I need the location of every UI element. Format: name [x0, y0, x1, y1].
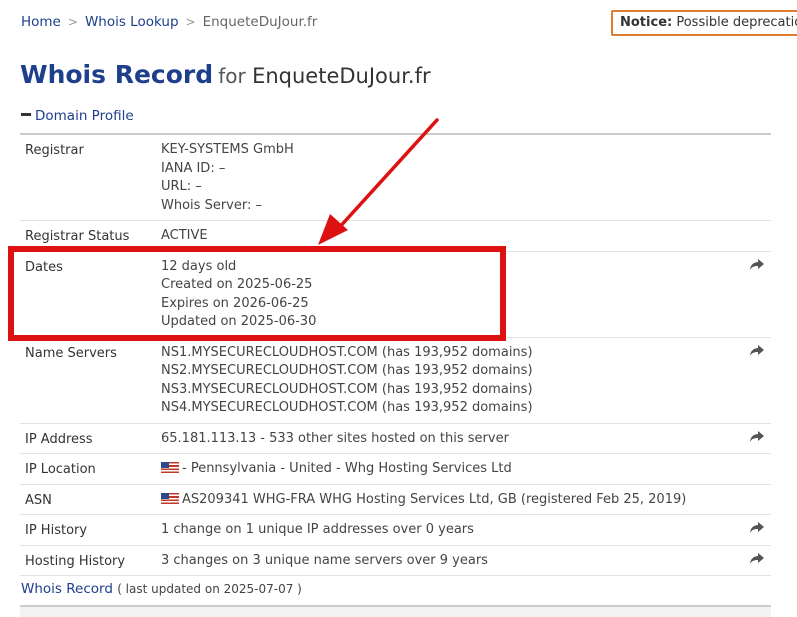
- breadcrumb-home-link[interactable]: Home: [21, 14, 61, 30]
- breadcrumb-whois-lookup-link[interactable]: Whois Lookup: [85, 14, 179, 30]
- profile-value-text: KEY-SYSTEMS GmbH: [161, 142, 294, 157]
- domain-profile-toggle[interactable]: Domain Profile: [21, 108, 134, 124]
- us-flag-icon: [161, 492, 179, 504]
- profile-value-line: Updated on 2025-06-30: [161, 313, 771, 332]
- profile-row-value: - Pennsylvania - United - Whg Hosting Se…: [161, 454, 771, 484]
- profile-value-line: 1 change on 1 unique IP addresses over 0…: [161, 521, 771, 540]
- profile-value-line: NS2.MYSECURECLOUDHOST.COM (has 193,952 d…: [161, 362, 771, 381]
- profile-row: Registrar Status ACTIVE: [20, 221, 771, 252]
- notice-text: Possible deprecation: [676, 15, 797, 30]
- notice-banner[interactable]: Notice: Possible deprecation: [611, 10, 797, 36]
- profile-value-line: NS4.MYSECURECLOUDHOST.COM (has 193,952 d…: [161, 399, 771, 418]
- profile-value-text: NS3.MYSECURECLOUDHOST.COM (has 193,952 d…: [161, 381, 533, 397]
- profile-row-label: Registrar: [25, 143, 84, 158]
- profile-value-line: URL: –: [161, 178, 771, 197]
- profile-value-text: Whois Server: –: [161, 197, 262, 213]
- profile-value-line: Expires on 2026-06-25: [161, 295, 771, 314]
- profile-row: ASN AS209341 WHG-FRA WHG Hosting Services…: [20, 485, 771, 515]
- profile-value-text: 1 change on 1 unique IP addresses over 0…: [161, 522, 474, 537]
- profile-value-text: NS2.MYSECURECLOUDHOST.COM (has 193,952 d…: [161, 363, 533, 378]
- profile-row-label: Dates: [25, 259, 63, 275]
- share-icon[interactable]: [749, 552, 765, 566]
- profile-value-text: AS209341 WHG-FRA WHG Hosting Services Lt…: [182, 491, 687, 507]
- domain-profile-table: Registrar KEY-SYSTEMS GmbH IANA ID: – URL: …: [20, 133, 771, 576]
- profile-value-text: URL: –: [161, 179, 202, 194]
- profile-value-line: KEY-SYSTEMS GmbH: [161, 141, 771, 160]
- profile-value-line: ACTIVE: [161, 227, 771, 246]
- profile-row: Dates 12 days old Created on 2025-06-25 Exp…: [20, 252, 771, 338]
- profile-row-value: NS1.MYSECURECLOUDHOST.COM (has 193,952 d…: [161, 338, 771, 423]
- profile-value-text: Created on 2025-06-25: [161, 277, 313, 292]
- profile-value-line: Created on 2025-06-25: [161, 276, 771, 295]
- share-icon[interactable]: [749, 344, 765, 358]
- profile-row: IP Location - Pennsylvania - United - Whg…: [20, 454, 771, 485]
- whois-record-link[interactable]: Whois Record: [21, 581, 113, 597]
- profile-value-line: 3 changes on 3 unique name servers over …: [161, 552, 771, 571]
- profile-row: Registrar KEY-SYSTEMS GmbH IANA ID: – URL: …: [20, 135, 771, 221]
- profile-value-line: Whois Server: –: [161, 197, 771, 216]
- profile-row-value: 1 change on 1 unique IP addresses over 0…: [161, 515, 771, 545]
- whois-record-updated: ( last updated on 2025-07-07 ): [117, 582, 302, 596]
- notice-label: Notice:: [620, 15, 673, 30]
- profile-row-label: IP Location: [25, 462, 96, 477]
- profile-row-value: 12 days old Created on 2025-06-25 Expires …: [161, 252, 771, 337]
- profile-row: Hosting History 3 changes on 3 unique nam…: [20, 546, 771, 576]
- page-title-for: for: [218, 64, 246, 88]
- whois-record-section: Whois Record ( last updated on 2025-07-0…: [21, 581, 302, 597]
- profile-value-line: NS3.MYSECURECLOUDHOST.COM (has 193,952 d…: [161, 381, 771, 400]
- domain-profile-label: Domain Profile: [35, 108, 134, 124]
- profile-row-value: AS209341 WHG-FRA WHG Hosting Services Lt…: [161, 485, 771, 515]
- profile-row-label: Name Servers: [25, 345, 117, 361]
- profile-value-text: NS4.MYSECURECLOUDHOST.COM (has 193,952 d…: [161, 400, 533, 415]
- profile-row-label: IP Address: [25, 431, 93, 447]
- profile-value-text: 12 days old: [161, 258, 237, 274]
- profile-value-line: AS209341 WHG-FRA WHG Hosting Services Lt…: [161, 491, 771, 510]
- whois-record-panel-top: [20, 605, 771, 617]
- share-icon[interactable]: [749, 258, 765, 272]
- profile-row-value: 65.181.113.13 - 533 other sites hosted o…: [161, 424, 771, 454]
- profile-value-text: NS1.MYSECURECLOUDHOST.COM (has 193,952 d…: [161, 344, 533, 360]
- profile-row: Name Servers NS1.MYSECURECLOUDHOST.COM (h…: [20, 338, 771, 424]
- profile-row-value: KEY-SYSTEMS GmbH IANA ID: – URL: – Whois Se…: [161, 135, 771, 220]
- share-icon[interactable]: [749, 430, 765, 444]
- breadcrumb: Home > Whois Lookup > EnqueteDuJour.fr: [21, 14, 317, 30]
- profile-value-text: ACTIVE: [161, 228, 208, 243]
- profile-value-text: 65.181.113.13 - 533 other sites hosted o…: [161, 430, 509, 446]
- profile-row-label: ASN: [25, 492, 52, 508]
- profile-value-line: IANA ID: –: [161, 160, 771, 179]
- profile-value-text: - Pennsylvania - United - Whg Hosting Se…: [182, 461, 512, 476]
- share-icon[interactable]: [749, 521, 765, 535]
- us-flag-icon: [161, 462, 179, 473]
- profile-row-label: Registrar Status: [25, 229, 130, 244]
- profile-row-value: 3 changes on 3 unique name servers over …: [161, 546, 771, 576]
- profile-value-text: IANA ID: –: [161, 160, 226, 176]
- profile-value-line: 12 days old: [161, 258, 771, 277]
- profile-value-line: NS1.MYSECURECLOUDHOST.COM (has 193,952 d…: [161, 344, 771, 363]
- profile-value-line: 65.181.113.13 - 533 other sites hosted o…: [161, 430, 771, 449]
- profile-value-text: Expires on 2026-06-25: [161, 295, 309, 311]
- page-title-main: Whois Record: [20, 60, 214, 89]
- breadcrumb-current: EnqueteDuJour.fr: [202, 14, 318, 30]
- profile-row: IP History 1 change on 1 unique IP addres…: [20, 515, 771, 546]
- profile-row: IP Address 65.181.113.13 - 533 other site…: [20, 424, 771, 454]
- breadcrumb-separator: >: [185, 15, 196, 29]
- profile-row-value: ACTIVE: [161, 221, 771, 251]
- profile-value-text: Updated on 2025-06-30: [161, 314, 317, 329]
- profile-row-label: Hosting History: [25, 553, 126, 569]
- collapse-minus-icon: [21, 112, 31, 116]
- page-title: Whois Record for EnqueteDuJour.fr: [20, 60, 431, 89]
- page-title-domain: EnqueteDuJour.fr: [252, 64, 431, 88]
- profile-row-label: IP History: [25, 523, 88, 538]
- profile-value-text: 3 changes on 3 unique name servers over …: [161, 552, 488, 568]
- breadcrumb-separator: >: [67, 15, 78, 29]
- profile-value-line: - Pennsylvania - United - Whg Hosting Se…: [161, 460, 771, 479]
